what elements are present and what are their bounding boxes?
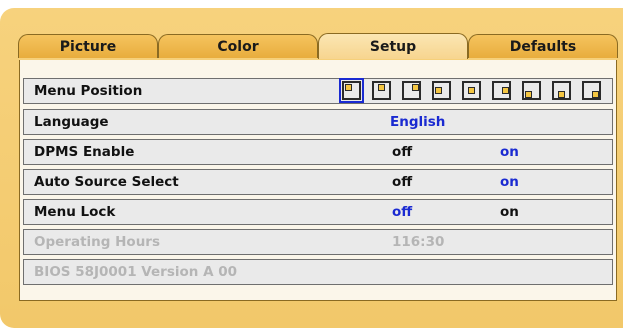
dpms-row[interactable]: DPMS Enable off on bbox=[23, 139, 613, 165]
position-top-center-icon[interactable] bbox=[372, 81, 391, 100]
language-row[interactable]: Language English bbox=[23, 109, 613, 135]
position-middle-right-icon[interactable] bbox=[492, 81, 511, 100]
language-label: Language bbox=[34, 114, 109, 130]
bios-version-row: BIOS 58J0001 Version A 00 bbox=[23, 259, 613, 285]
position-center-icon[interactable] bbox=[462, 81, 481, 100]
menu-position-label: Menu Position bbox=[34, 83, 143, 99]
tab-color[interactable]: Color bbox=[158, 34, 318, 58]
position-bottom-left-icon[interactable] bbox=[522, 81, 541, 100]
auto-source-on-option[interactable]: on bbox=[500, 174, 519, 190]
menu-lock-row[interactable]: Menu Lock off on bbox=[23, 199, 613, 225]
tab-picture[interactable]: Picture bbox=[18, 34, 158, 58]
auto-source-label: Auto Source Select bbox=[34, 174, 179, 190]
position-bottom-right-icon[interactable] bbox=[582, 81, 601, 100]
dpms-on-option[interactable]: on bbox=[500, 144, 519, 160]
bios-version-label: BIOS 58J0001 Version A 00 bbox=[34, 264, 238, 280]
operating-hours-value: 116:30 bbox=[392, 234, 445, 250]
position-top-right-icon[interactable] bbox=[402, 81, 421, 100]
position-top-left-icon[interactable] bbox=[339, 78, 364, 103]
auto-source-off-option[interactable]: off bbox=[392, 174, 412, 190]
language-value[interactable]: English bbox=[390, 114, 445, 130]
menu-lock-on-option[interactable]: on bbox=[500, 204, 519, 220]
dpms-label: DPMS Enable bbox=[34, 144, 135, 160]
menu-lock-off-option[interactable]: off bbox=[392, 204, 412, 220]
auto-source-row[interactable]: Auto Source Select off on bbox=[23, 169, 613, 195]
operating-hours-row: Operating Hours 116:30 bbox=[23, 229, 613, 255]
tab-setup[interactable]: Setup bbox=[318, 33, 468, 59]
menu-position-row[interactable]: Menu Position bbox=[23, 78, 613, 104]
menu-lock-label: Menu Lock bbox=[34, 204, 116, 220]
position-bottom-center-icon[interactable] bbox=[552, 81, 571, 100]
dpms-off-option[interactable]: off bbox=[392, 144, 412, 160]
operating-hours-label: Operating Hours bbox=[34, 234, 160, 250]
position-middle-left-icon[interactable] bbox=[432, 81, 451, 100]
tab-defaults[interactable]: Defaults bbox=[468, 34, 618, 58]
tab-bar: Picture Color Setup Defaults bbox=[18, 33, 618, 59]
